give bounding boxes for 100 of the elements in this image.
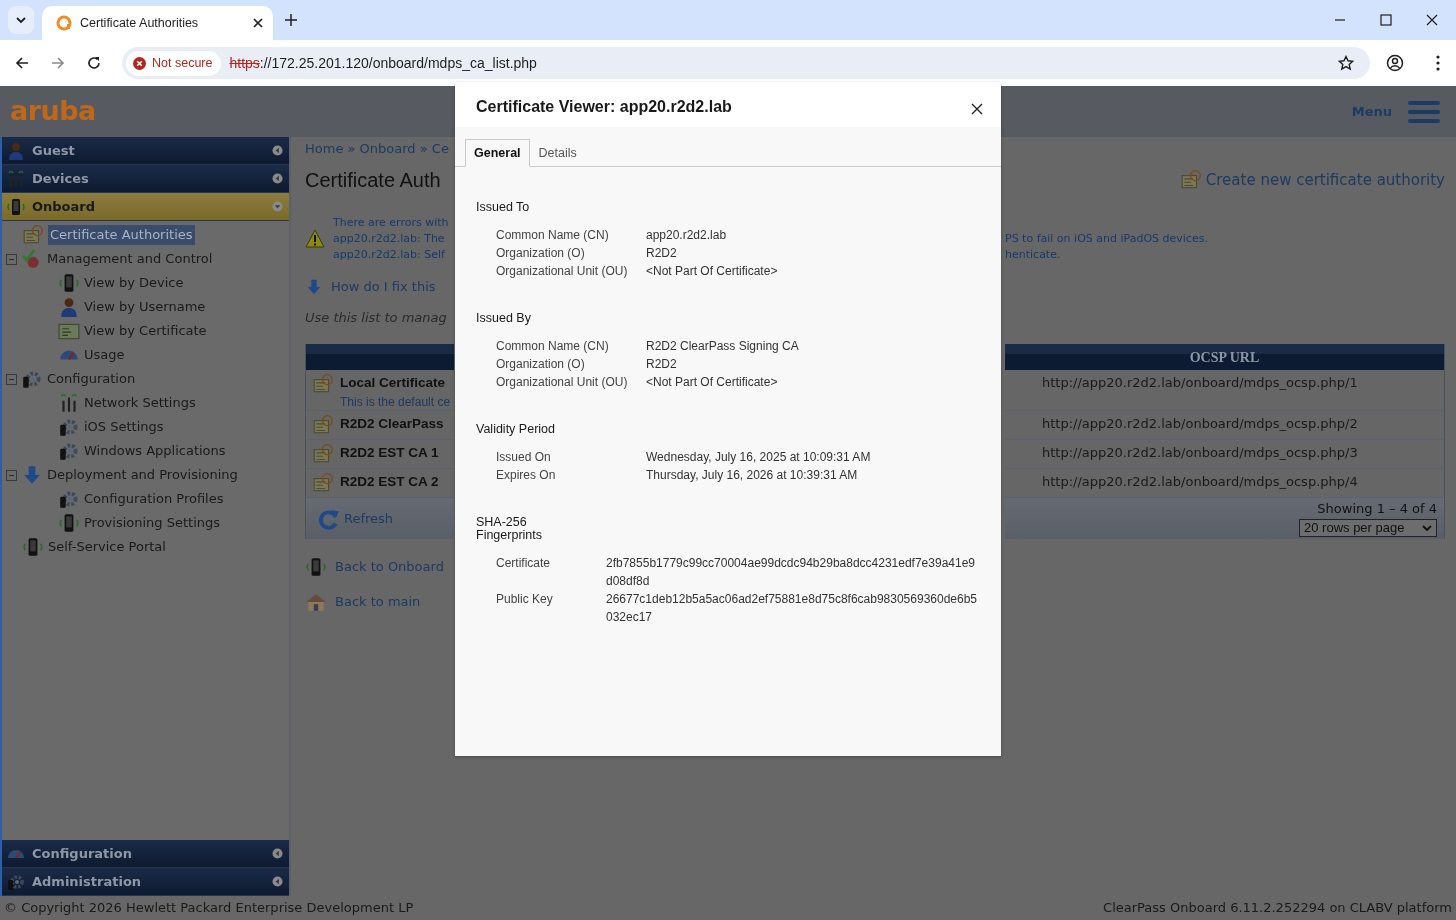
field-value: R2D2 (646, 245, 677, 262)
phone-icon (58, 512, 80, 534)
back-link[interactable]: Back to Onboard (305, 555, 454, 578)
dialog-tab[interactable]: General (465, 139, 530, 167)
tree-item[interactable]: Configuration Profiles (84, 489, 224, 509)
dialog-title: Certificate Viewer: app20.r2d2.lab (476, 97, 732, 117)
chevron-down-icon (15, 14, 27, 26)
certificate-icon (312, 472, 334, 494)
close-icon[interactable] (971, 103, 983, 115)
table-cell-text: http://app20.r2d2.lab/onboard/mdps_ocsp.php/3 (1042, 444, 1358, 462)
tree-item[interactable]: Certificate Authorities (48, 225, 195, 245)
browser-tab[interactable]: Certificate Authorities (42, 6, 273, 40)
section-heading: Issued By (476, 310, 532, 325)
tree-item[interactable]: Self-Service Portal (48, 537, 166, 557)
person-icon (58, 296, 80, 318)
tree-item[interactable]: View by Certificate (84, 321, 207, 341)
copyright-text: © Copyright 2026 Hewlett Packard Enterprise Development LP (4, 899, 414, 918)
phone-icon (6, 196, 26, 217)
expand-icon[interactable] (272, 848, 283, 859)
sidebar-section[interactable]: Configuration (2, 840, 289, 868)
field-value: <Not Part Of Certificate> (646, 263, 778, 280)
warning-text: app20.r2d2.lab: Self (333, 247, 446, 263)
field-value: Thursday, July 16, 2026 at 10:39:31 AM (646, 467, 858, 484)
certificate-icon (1179, 169, 1202, 191)
phone-icon (58, 272, 80, 294)
collapse-icon[interactable] (6, 253, 17, 265)
tree-item[interactable]: Network Settings (84, 393, 196, 413)
back-link[interactable]: Back to main (305, 590, 454, 613)
tree-item[interactable]: Windows Applications (84, 441, 226, 461)
field-label: Organization (O) (496, 245, 586, 262)
collapse-icon[interactable] (6, 469, 17, 481)
sidebar-section[interactable]: Devices (2, 165, 289, 193)
section-heading: Validity Period (476, 421, 556, 436)
ca-name[interactable]: R2D2 EST CA 1 (340, 443, 439, 464)
antenna-icon (6, 168, 26, 189)
sidebar-section[interactable]: Guest (2, 137, 289, 165)
field-label: Organization (O) (496, 356, 586, 373)
help-link[interactable]: How do I fix this (305, 277, 454, 297)
chevron-down-icon (1422, 523, 1432, 532)
expand-icon[interactable] (272, 876, 283, 887)
antenna-icon (58, 392, 80, 414)
more-options-icon[interactable] (1436, 55, 1440, 71)
table-cell-text: http://app20.r2d2.lab/onboard/mdps_ocsp.php/2 (1042, 415, 1358, 433)
ca-name[interactable]: R2D2 EST CA 2 (340, 472, 439, 493)
field-label: Public Key (496, 591, 554, 608)
maximize-icon[interactable] (1380, 14, 1392, 26)
intro-text: Use this list to manag (305, 309, 448, 328)
ca-name[interactable]: Local Certificate (340, 373, 451, 394)
new-tab-icon[interactable] (285, 14, 297, 26)
tree-item[interactable]: Management and Control (47, 249, 213, 269)
certificate-icon (22, 224, 44, 246)
field-value: app20.r2d2.lab (646, 227, 727, 244)
error-icon (133, 56, 146, 70)
favicon-icon (56, 15, 72, 31)
expand-icon[interactable] (272, 173, 283, 184)
rows-per-page-select[interactable]: 20 rows per page (1299, 518, 1437, 537)
certificate-icon (312, 414, 334, 436)
back-icon[interactable] (14, 55, 30, 71)
field-value: <Not Part Of Certificate> (646, 374, 778, 391)
field-label: Certificate (496, 555, 552, 572)
expand-icon[interactable] (272, 145, 283, 156)
reload-icon[interactable] (86, 55, 102, 71)
tree-item[interactable]: View by Device (84, 273, 184, 293)
address-field[interactable]: Not secure https://172.25.201.120/onboard/mdps_ca_list.php (122, 47, 1370, 79)
tree-item[interactable]: iOS Settings (84, 417, 164, 437)
security-chip[interactable]: Not secure (126, 50, 222, 76)
menu-button[interactable]: Menu (1351, 100, 1440, 123)
close-icon[interactable] (253, 18, 263, 28)
refresh-icon (318, 507, 340, 530)
tree-item[interactable]: Usage (84, 345, 125, 365)
collapse-icon[interactable] (272, 201, 283, 212)
forward-icon[interactable] (50, 55, 66, 71)
menu-icon (1408, 100, 1440, 123)
pagination-text: Showing 1 – 4 of 4 (1317, 500, 1437, 518)
profile-icon[interactable] (1386, 54, 1404, 72)
warning-text: app20.r2d2.lab: The (333, 231, 446, 247)
field-label: Issued On (496, 449, 552, 466)
ca-name[interactable]: R2D2 ClearPass (340, 414, 444, 435)
certificate-icon (312, 373, 334, 395)
tab-title: Certificate Authorities (80, 14, 200, 32)
ca-description: This is the default ce (340, 394, 451, 412)
tree-item[interactable]: View by Username (84, 297, 206, 317)
tree-item[interactable]: Configuration (47, 369, 136, 389)
tree-item[interactable]: Deployment and Provisioning (47, 465, 238, 485)
field-value: Wednesday, July 16, 2025 at 10:09:31 AM (646, 449, 871, 466)
star-icon[interactable] (1338, 55, 1354, 71)
dialog-tab[interactable]: Details (529, 139, 586, 167)
warning-text: henticate. (1005, 247, 1062, 263)
arrow-down-icon (305, 278, 323, 296)
tab-list-button[interactable] (8, 6, 34, 34)
breadcrumb[interactable]: Home » Onboard » Ce (305, 139, 454, 159)
field-label: Common Name (CN) (496, 338, 610, 355)
field-label: Common Name (CN) (496, 227, 610, 244)
sidebar-section[interactable]: Onboard (2, 193, 289, 221)
field-value: R2D2 (646, 356, 677, 373)
collapse-icon[interactable] (6, 373, 17, 385)
sidebar-section[interactable]: Administration (2, 868, 289, 896)
tree-item[interactable]: Provisioning Settings (84, 513, 221, 533)
close-icon[interactable] (1426, 14, 1438, 26)
create-link[interactable]: Create new certificate authority (1179, 168, 1445, 192)
